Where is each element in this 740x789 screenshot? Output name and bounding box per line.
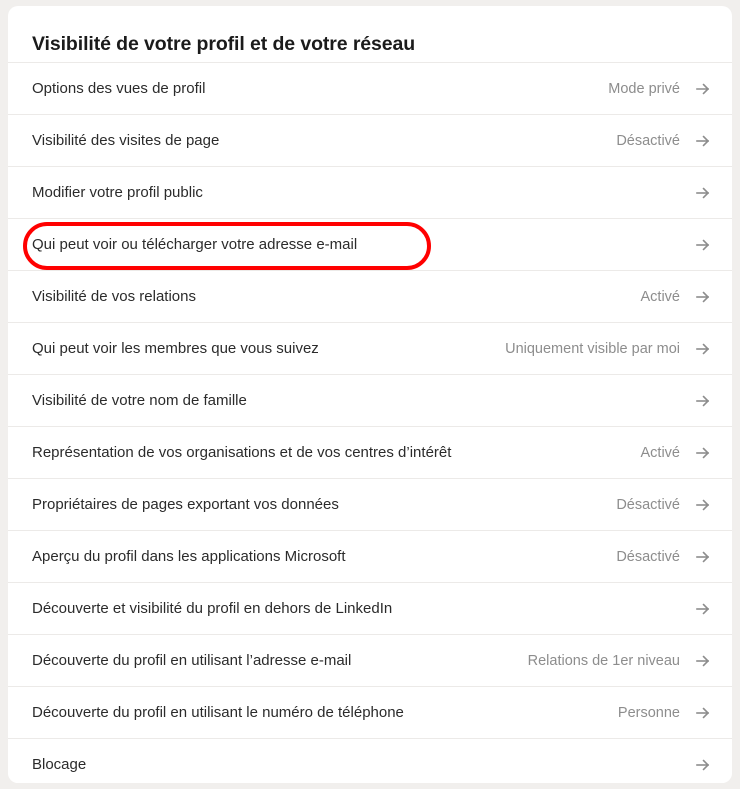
settings-row-right xyxy=(680,392,712,410)
settings-row-label: Qui peut voir ou télécharger votre adres… xyxy=(32,235,358,253)
settings-row-value: Mode privé xyxy=(608,80,680,97)
settings-row-right: Désactivé xyxy=(616,131,712,151)
settings-row-right: Activé xyxy=(641,287,713,307)
settings-row-label: Propriétaires de pages exportant vos don… xyxy=(32,495,339,513)
settings-row[interactable]: Qui peut voir ou télécharger votre adres… xyxy=(8,218,732,270)
settings-row-label: Modifier votre profil public xyxy=(32,183,203,201)
arrow-right-icon[interactable] xyxy=(694,496,712,514)
settings-row[interactable]: Visibilité de votre nom de famille xyxy=(8,374,732,426)
settings-row-right: Mode privé xyxy=(608,79,712,99)
settings-row[interactable]: Blocage xyxy=(8,738,732,783)
settings-row-label: Visibilité de votre nom de famille xyxy=(32,391,247,409)
settings-row[interactable]: Visibilité des visites de page Désactivé xyxy=(8,114,732,166)
settings-row-value: Activé xyxy=(640,288,681,305)
settings-row-label: Découverte du profil en utilisant l’adre… xyxy=(32,651,352,669)
arrow-right-icon[interactable] xyxy=(694,184,712,202)
arrow-right-icon[interactable] xyxy=(694,392,712,410)
settings-row-label: Options des vues de profil xyxy=(32,79,206,97)
arrow-right-icon[interactable] xyxy=(694,652,712,670)
settings-row-label: Visibilité des visites de page xyxy=(32,131,220,149)
settings-row-label: Aperçu du profil dans les applications M… xyxy=(32,547,346,565)
arrow-right-icon[interactable] xyxy=(694,756,712,774)
arrow-right-icon[interactable] xyxy=(694,444,712,462)
settings-row-label: Qui peut voir les membres que vous suive… xyxy=(32,339,319,357)
settings-row-right: Personne xyxy=(618,703,712,723)
settings-row[interactable]: Aperçu du profil dans les applications M… xyxy=(8,530,732,582)
settings-row-right xyxy=(680,236,712,254)
arrow-right-icon[interactable] xyxy=(694,132,712,150)
settings-row[interactable]: Découverte du profil en utilisant le num… xyxy=(8,686,732,738)
settings-row-right xyxy=(680,756,712,774)
settings-row-value: Personne xyxy=(617,704,680,721)
arrow-right-icon[interactable] xyxy=(694,704,712,722)
settings-row-label: Découverte du profil en utilisant le num… xyxy=(32,703,404,721)
settings-row[interactable]: Découverte et visibilité du profil en de… xyxy=(8,582,732,634)
settings-row-label: Représentation de vos organisations et d… xyxy=(32,443,452,461)
arrow-right-icon[interactable] xyxy=(694,548,712,566)
settings-row-value: Désactivé xyxy=(616,132,680,149)
settings-row-right: Uniquement visible par moi xyxy=(505,339,712,359)
settings-row[interactable]: Propriétaires de pages exportant vos don… xyxy=(8,478,732,530)
settings-row-label: Visibilité de vos relations xyxy=(32,287,196,305)
settings-row-value: Désactivé xyxy=(616,496,680,513)
settings-row-value: Relations de 1er niveau xyxy=(527,652,680,669)
settings-row-right xyxy=(680,600,712,618)
settings-row[interactable]: Découverte du profil en utilisant l’adre… xyxy=(8,634,732,686)
settings-row-right: Relations de 1er niveau xyxy=(528,651,712,671)
settings-row-right: Désactivé xyxy=(616,495,712,515)
settings-row-right xyxy=(680,184,712,202)
settings-row-label: Blocage xyxy=(32,755,87,773)
settings-row-value: Uniquement visible par moi xyxy=(505,340,680,357)
profile-visibility-card: Visibilité de votre profil et de votre r… xyxy=(8,6,732,783)
settings-row[interactable]: Représentation de vos organisations et d… xyxy=(8,426,732,478)
settings-row-right: Désactivé xyxy=(616,547,712,567)
arrow-right-icon[interactable] xyxy=(694,236,712,254)
arrow-right-icon[interactable] xyxy=(694,340,712,358)
settings-list: Options des vues de profil Mode privé Vi… xyxy=(8,62,732,783)
settings-row-right: Activé xyxy=(641,443,713,463)
arrow-right-icon[interactable] xyxy=(694,600,712,618)
settings-row[interactable]: Options des vues de profil Mode privé xyxy=(8,62,732,114)
settings-row-label: Découverte et visibilité du profil en de… xyxy=(32,599,393,617)
settings-row[interactable]: Visibilité de vos relations Activé xyxy=(8,270,732,322)
settings-row[interactable]: Modifier votre profil public xyxy=(8,166,732,218)
arrow-right-icon[interactable] xyxy=(694,80,712,98)
settings-row-value: Désactivé xyxy=(616,548,680,565)
settings-row-value: Activé xyxy=(640,444,681,461)
page-title: Visibilité de votre profil et de votre r… xyxy=(32,33,416,55)
arrow-right-icon[interactable] xyxy=(694,288,712,306)
settings-row[interactable]: Qui peut voir les membres que vous suive… xyxy=(8,322,732,374)
